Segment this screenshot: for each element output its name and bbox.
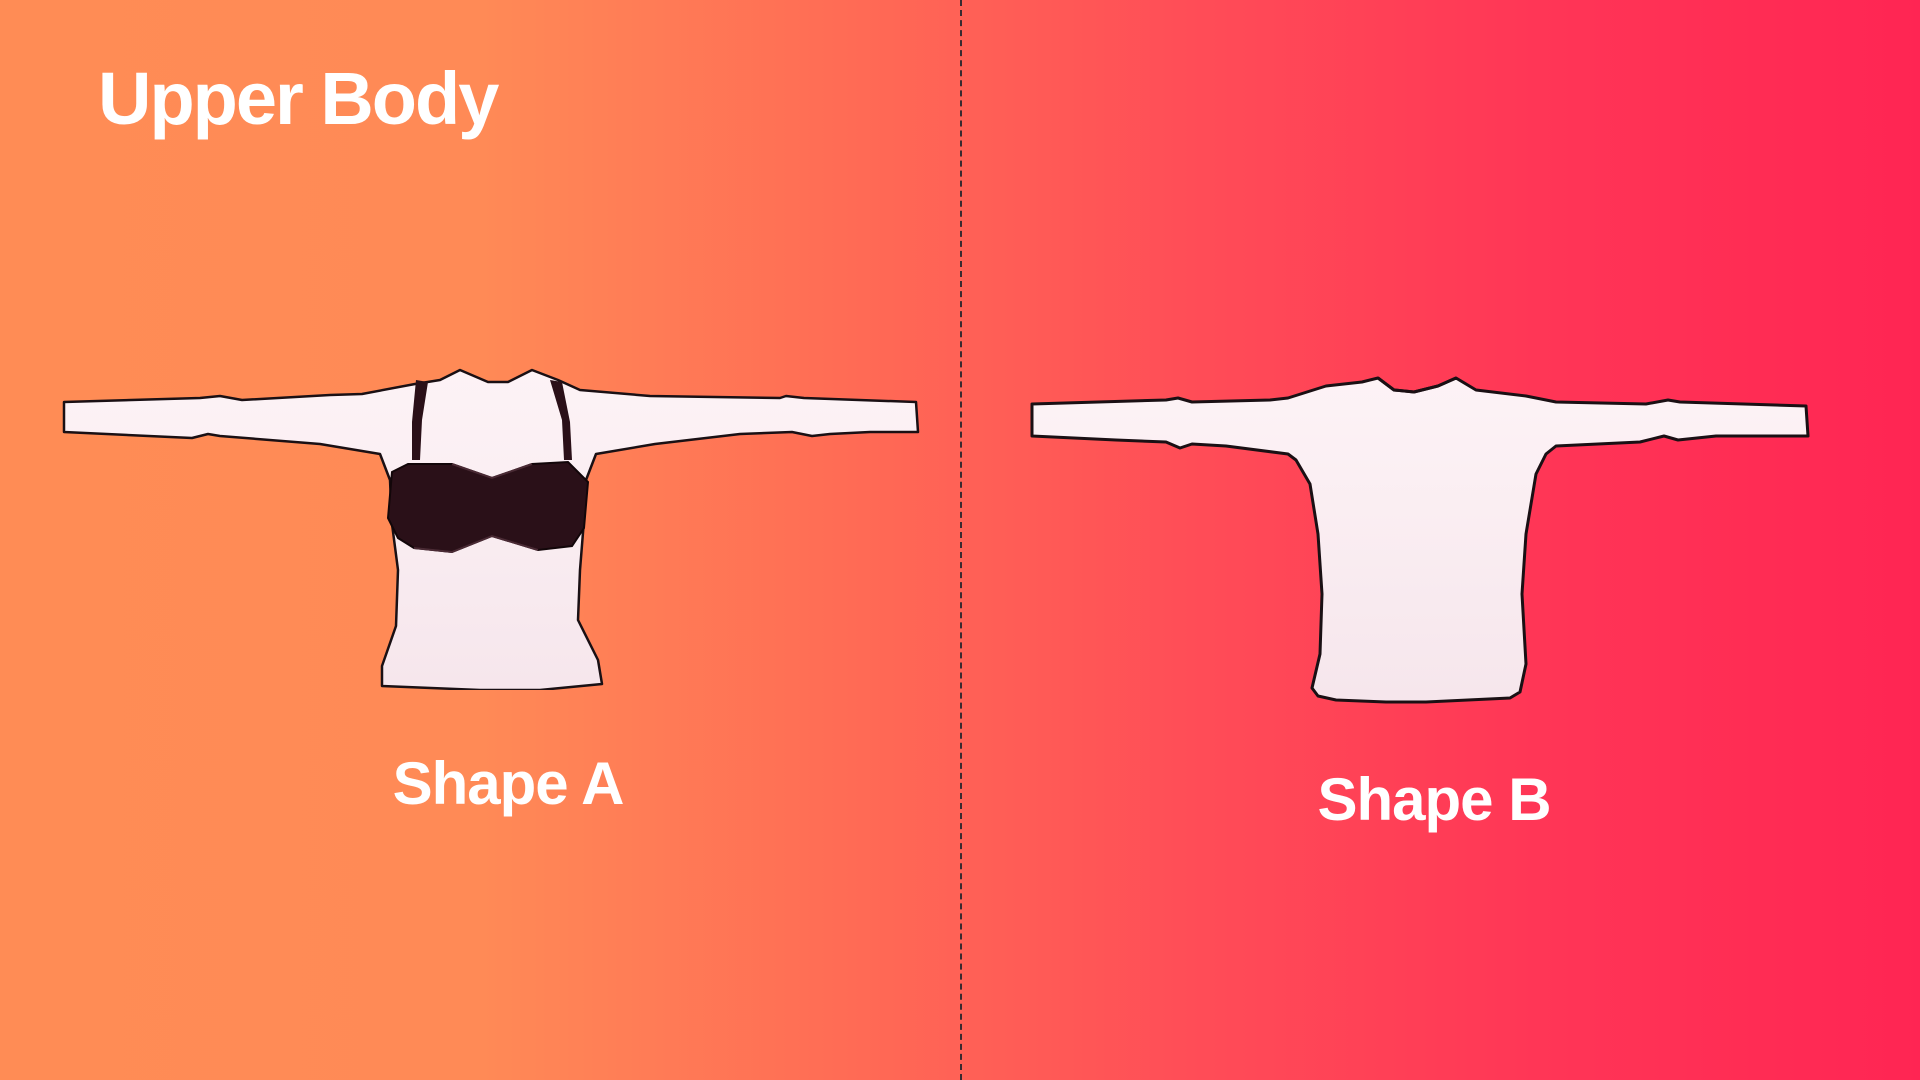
shape-b-model-image — [1030, 376, 1810, 704]
shape-b-label: Shape B — [1317, 766, 1551, 833]
page-title: Upper Body — [98, 57, 499, 140]
shape-a-model-image — [62, 368, 920, 690]
slide-canvas: Upper Body Shape A Shape B — [0, 0, 1920, 1080]
shirt-b-shape — [1030, 376, 1810, 704]
shape-a-label: Shape A — [392, 750, 625, 817]
dashed-divider — [960, 0, 962, 1080]
